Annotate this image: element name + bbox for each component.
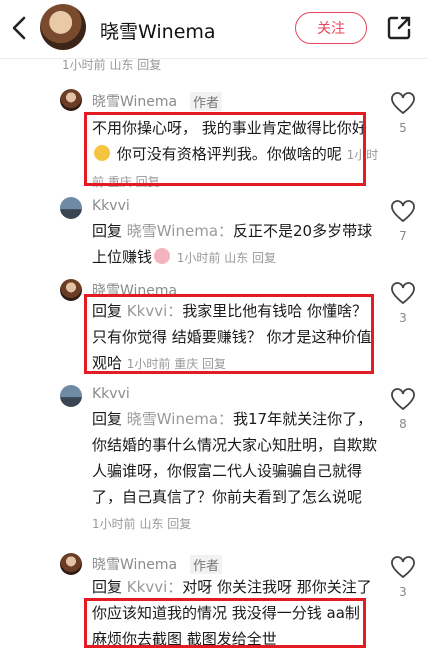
like-heart-icon[interactable]: [390, 92, 416, 116]
comment-meta[interactable]: 1小时前 山东 回复: [177, 251, 276, 265]
reply-prefix: 回复: [92, 222, 123, 240]
like-count: 3: [399, 585, 407, 599]
avatar[interactable]: [60, 385, 82, 407]
avatar[interactable]: [60, 197, 82, 219]
like-count: 8: [399, 417, 407, 431]
highlight-box: [84, 112, 366, 186]
back-arrow-icon[interactable]: [6, 12, 34, 44]
like-count: 3: [399, 311, 407, 325]
author-tag: 作者: [190, 555, 223, 574]
comment-author[interactable]: 晓雪Winema: [92, 91, 177, 111]
reply-prefix: 回复: [92, 410, 123, 428]
highlight-box: [84, 598, 366, 648]
comment-meta[interactable]: 1小时前 山东 回复: [92, 517, 191, 531]
crying-emoji-icon: [154, 248, 171, 264]
like-count: 5: [399, 121, 407, 135]
comment-author[interactable]: Kkvvi: [92, 198, 130, 214]
like-count: 7: [399, 229, 407, 243]
like-heart-icon[interactable]: [390, 556, 416, 580]
avatar[interactable]: [60, 89, 82, 111]
comment-text: 回复 晓雪Winema：反正不是20多岁带球上位赚钱 1小时前 山东 回复: [92, 218, 382, 271]
author-name[interactable]: 晓雪Winema: [100, 17, 216, 44]
share-icon[interactable]: [385, 14, 413, 42]
comment-author[interactable]: Kkvvi: [92, 386, 130, 402]
reply-prefix: 回复: [92, 578, 123, 596]
like-heart-icon[interactable]: [390, 282, 416, 306]
follow-button[interactable]: 关注: [295, 12, 367, 44]
like-heart-icon[interactable]: [390, 200, 416, 224]
top-bar: 晓雪Winema 关注: [0, 0, 428, 59]
avatar[interactable]: [60, 553, 82, 575]
reply-target[interactable]: 晓雪Winema：: [127, 410, 233, 428]
previous-comment-meta: 1小时前 山东 回复: [62, 58, 162, 72]
author-avatar[interactable]: [40, 4, 86, 50]
like-heart-icon[interactable]: [390, 388, 416, 412]
avatar[interactable]: [60, 279, 82, 301]
highlight-box: [84, 294, 374, 374]
reply-target[interactable]: Kkvvi：: [127, 578, 182, 596]
reply-target[interactable]: 晓雪Winema：: [127, 222, 233, 240]
comment-text: 回复 晓雪Winema：我17年就关注你了，你结婚的事什么情况大家心知肚明，自欺…: [92, 406, 382, 537]
author-tag: 作者: [190, 92, 223, 111]
comment-author[interactable]: 晓雪Winema: [92, 554, 177, 574]
